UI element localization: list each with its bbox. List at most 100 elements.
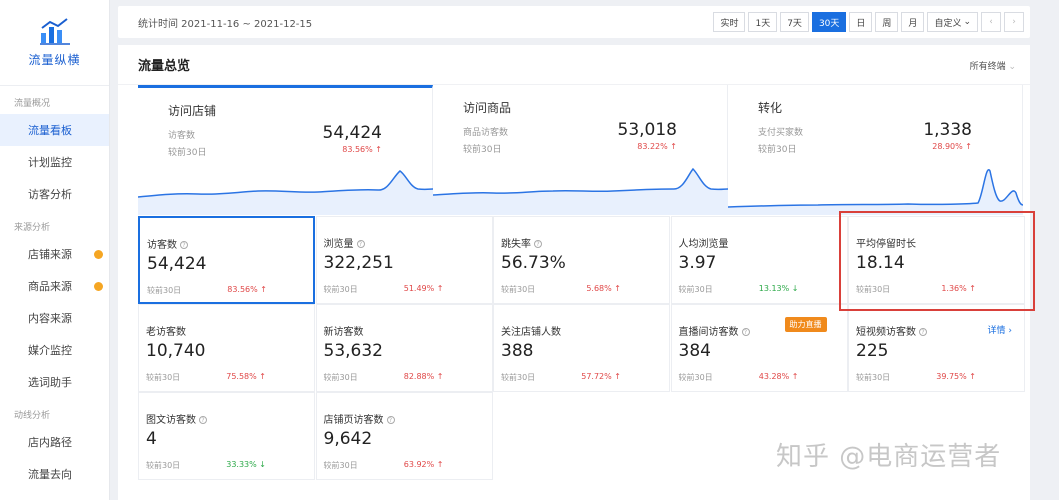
metric-label-text: 平均停留时长 (856, 239, 916, 250)
metric-card[interactable]: 平均停留时长 18.14 较前30日 1.36% ↑ (848, 216, 1025, 304)
watermark: 知乎 @电商运营者 (776, 442, 1002, 472)
sidebar-item[interactable]: 店铺来源 (0, 238, 109, 270)
range-button[interactable]: 实时 (713, 12, 746, 32)
app-logo[interactable]: 流量纵横 (0, 0, 109, 86)
arrow-up-icon: ↑ (436, 284, 444, 293)
arrow-up-icon: ↑ (436, 372, 444, 381)
range-button[interactable]: 30天 (811, 12, 847, 32)
arrow-up-icon: ↑ (670, 142, 677, 151)
arrow-up-icon: ↑ (375, 145, 382, 154)
chevron-left-icon[interactable]: ‹ (981, 12, 1001, 32)
overview-title: 访问店铺 (168, 104, 217, 118)
metric-card[interactable]: 短视频访客数? 225 较前30日 39.75% ↑ 详情 › (848, 304, 1025, 392)
range-button-label: 日 (856, 18, 866, 29)
metric-compare-label: 较前30日 (147, 286, 182, 295)
sidebar-item-label: 流量去向 (28, 468, 72, 481)
metric-card[interactable]: 直播间访客数? 384 较前30日 43.28% ↑ 助力直播 (670, 304, 848, 392)
range-button[interactable]: 日 (849, 12, 873, 32)
metric-card[interactable]: 访客数? 54,424 较前30日 83.56% ↑ (138, 216, 315, 304)
overview-card[interactable]: 转化 支付买家数 1,338 较前30日 28.90% ↑ (728, 85, 1023, 215)
help-icon[interactable]: ? (741, 328, 750, 336)
range-button[interactable]: 自定义 ⌄ (927, 12, 978, 32)
metric-label-text: 关注店铺人数 (501, 327, 561, 338)
overview-card[interactable]: 访问商品 商品访客数 53,018 较前30日 83.22% ↑ (433, 85, 728, 215)
metric-label: 浏览量? (324, 235, 365, 250)
range-button[interactable]: 月 (901, 12, 925, 32)
metric-change: 57.72% ↑ (571, 372, 621, 381)
metric-change-value: 63.92% (403, 460, 435, 469)
metric-value: 56.73% (501, 253, 566, 273)
metric-change-value: 83.56% (227, 285, 258, 294)
sidebar-item[interactable]: 内容来源 (0, 302, 109, 334)
sidebar: 流量纵横 流量概况流量看板计划监控 访客分析来源分析店铺来源 商品来源 内容来源 媒介监… (0, 0, 110, 500)
metric-card[interactable]: 老访客数 10,740 较前30日 75.58% ↑ (138, 304, 315, 392)
sidebar-item[interactable]: 计划监控 (0, 146, 109, 178)
help-icon[interactable]: ? (386, 416, 395, 424)
chevron-right-icon[interactable]: › (1004, 12, 1024, 32)
metric-change-value: 33.33% (226, 460, 257, 469)
metric-card[interactable]: 跳失率? 56.73% 较前30日 5.68% ↑ (493, 216, 670, 304)
overview-change-value: 28.90% (932, 142, 963, 151)
metric-change-value: 82.88% (403, 372, 435, 381)
sidebar-item[interactable]: 商品来源 (0, 270, 109, 302)
help-icon[interactable]: ? (356, 240, 365, 248)
metric-label-text: 新访客数 (323, 327, 364, 338)
range-button[interactable]: 1天 (748, 12, 778, 32)
metric-card[interactable]: 人均浏览量 3.97 较前30日 13.13% ↓ (670, 216, 848, 304)
range-button[interactable]: 7天 (780, 12, 809, 32)
chevron-down-icon: ⌄ (1008, 62, 1016, 72)
sidebar-item[interactable]: 流量看板 (0, 114, 109, 146)
metric-label-text: 人均浏览量 (678, 239, 729, 250)
metric-compare-label: 较前30日 (501, 285, 536, 294)
arrow-up-icon: ↑ (260, 285, 267, 294)
metric-value: 18.14 (856, 253, 905, 273)
metric-compare-label: 较前30日 (678, 373, 713, 382)
range-button[interactable]: 周 (875, 12, 899, 32)
range-button-label: 1天 (755, 18, 771, 29)
metric-change-value: 1.36% (941, 284, 967, 293)
metric-change: 5.68% ↑ (571, 284, 621, 293)
metric-card[interactable]: 图文访客数? 4 较前30日 33.33% ↓ (138, 392, 315, 480)
metric-change: 83.56% ↑ (217, 285, 267, 294)
chevron-down-icon: ⌄ (963, 17, 971, 27)
details-link[interactable]: 详情 › (988, 323, 1012, 336)
help-icon[interactable]: ? (180, 241, 188, 249)
help-icon[interactable]: ? (199, 416, 207, 424)
sparkline-chart (138, 170, 433, 215)
metric-change: 51.49% ↑ (394, 284, 444, 293)
metric-change-value: 75.58% (226, 372, 257, 381)
metric-card[interactable]: 新访客数 53,632 较前30日 82.88% ↑ (315, 304, 493, 392)
nav-group-label: 流量概况 (14, 99, 51, 109)
sidebar-item[interactable]: 媒介监控 (0, 334, 109, 366)
overview-card[interactable]: 访问店铺 访客数 54,424 较前30日 83.56% ↑ (138, 85, 433, 215)
metric-card[interactable]: 关注店铺人数 388 较前30日 57.72% ↑ (493, 304, 670, 392)
metric-label-text: 店铺页访客数 (323, 415, 384, 426)
metric-value: 384 (678, 341, 711, 361)
overview-change-value: 83.22% (637, 142, 668, 151)
metric-change: 39.75% ↑ (926, 372, 976, 381)
sidebar-item[interactable]: 选词助手 (0, 366, 109, 398)
sidebar-item[interactable]: 店内路径 (0, 426, 109, 458)
metric-card[interactable]: 店铺页访客数? 9,642 较前30日 63.92% ↑ (315, 392, 493, 480)
metric-card[interactable]: 浏览量? 322,251 较前30日 51.49% ↑ (315, 216, 493, 304)
nav-group-label: 来源分析 (14, 223, 51, 233)
metric-compare-label: 较前30日 (501, 373, 536, 382)
metric-change: 75.58% ↑ (216, 372, 266, 381)
notification-dot-icon (94, 250, 103, 259)
metric-label: 直播间访客数? (679, 323, 750, 338)
sidebar-item[interactable]: 访客分析 (0, 178, 109, 210)
metric-label-text: 短视频访客数 (856, 327, 916, 338)
terminal-label: 所有终端 (969, 62, 1006, 72)
sidebar-item[interactable]: 流量去向 (0, 458, 109, 490)
boost-live-badge[interactable]: 助力直播 (784, 317, 827, 332)
metric-compare-label: 较前30日 (856, 285, 891, 294)
range-button-label: 周 (882, 18, 892, 29)
metric-label: 新访客数 (324, 323, 364, 338)
metric-value: 322,251 (323, 253, 394, 273)
arrow-up-icon: ↑ (614, 372, 621, 381)
metric-label-text: 老访客数 (146, 327, 186, 338)
terminal-select[interactable]: 所有终端 ⌄ (970, 59, 1016, 72)
help-icon[interactable]: ? (919, 328, 927, 336)
help-icon[interactable]: ? (534, 240, 542, 248)
sidebar-item-label: 流量看板 (28, 124, 72, 137)
